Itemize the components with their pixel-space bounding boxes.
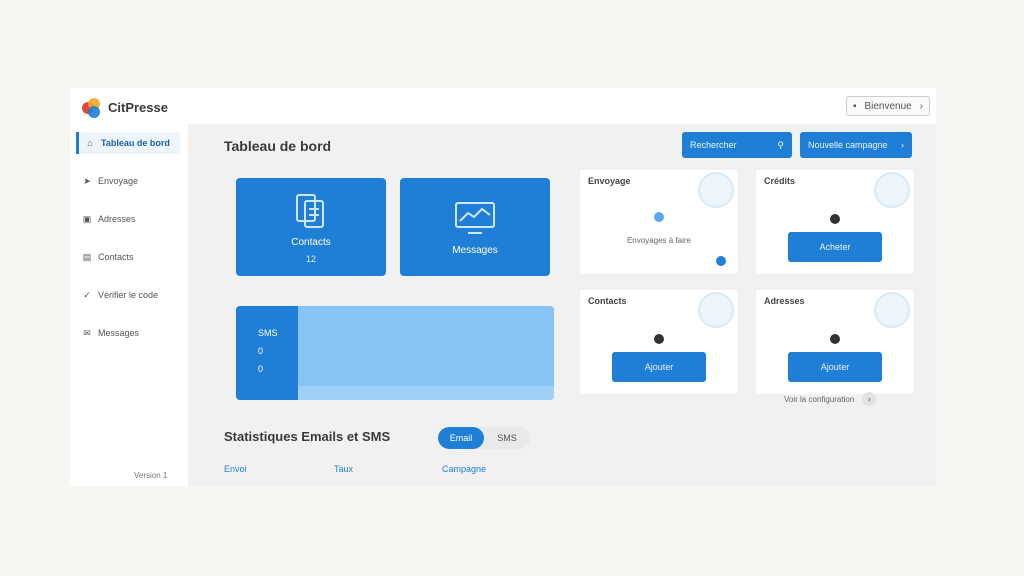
configuration-link-label: Voir la configuration	[784, 394, 855, 404]
card-text: Envoyages à faire	[626, 236, 692, 245]
search-placeholder: Rechercher	[690, 140, 737, 150]
sidebar-item-label: Contacts	[98, 252, 134, 262]
card-title: Contacts	[588, 296, 627, 306]
mail-icon: ✉	[83, 327, 91, 338]
coin-icon	[874, 172, 910, 208]
tag-icon	[698, 172, 734, 208]
card-envoyage[interactable]: Envoyage Envoyages à faire	[580, 170, 738, 274]
sidebar-item-verify[interactable]: ✓ Vérifier le code	[76, 284, 180, 306]
sms-panel: SMS 0 0	[236, 306, 554, 400]
add-contact-button[interactable]: Ajouter	[612, 352, 706, 382]
sidebar: ⌂ Tableau de bord ➤ Envoyage ▣ Adresses …	[70, 124, 188, 486]
add-address-button[interactable]: Ajouter	[788, 352, 882, 382]
tile-contacts[interactable]: Contacts 12	[236, 178, 386, 276]
globe-icon	[874, 292, 910, 328]
card-title: Crédits	[764, 176, 796, 186]
user-menu[interactable]: ▪ Bienvenue ›	[846, 96, 930, 116]
user-icon: ▪	[853, 100, 857, 112]
stats-column-header: Envoi	[224, 464, 247, 474]
sidebar-item-adresses[interactable]: ▣ Adresses	[76, 208, 180, 230]
sidebar-item-envoyage[interactable]: ➤ Envoyage	[76, 170, 180, 192]
address-icon: ▣	[82, 213, 92, 224]
card-contacts[interactable]: Contacts Ajouter	[580, 290, 738, 394]
panel-item: SMS	[258, 328, 278, 338]
chevron-down-icon: ›	[919, 100, 923, 112]
indicator-dot	[716, 256, 726, 266]
home-icon: ⌂	[87, 138, 93, 148]
panel-item: 0	[258, 346, 264, 356]
main-content: Tableau de bord Rechercher ⚲ Nouvelle ca…	[188, 124, 936, 486]
card-adresses[interactable]: Adresses Ajouter	[756, 290, 914, 394]
search-icon: ⚲	[777, 139, 784, 150]
stats-column-header: Taux	[334, 464, 354, 474]
tile-count: 12	[305, 253, 316, 264]
new-campaign-label: Nouvelle campagne	[808, 140, 888, 150]
tile-label: Contacts	[291, 236, 331, 248]
stats-column-header: Campagne	[442, 464, 487, 474]
arrow-right-icon: ›	[862, 392, 877, 406]
send-icon: ➤	[83, 175, 91, 186]
status-dot	[830, 334, 840, 344]
status-dot	[654, 334, 664, 344]
documents-icon	[288, 191, 334, 231]
sidebar-item-dashboard[interactable]: ⌂ Tableau de bord	[76, 132, 180, 154]
stats-title: Statistiques Emails et SMS	[224, 429, 391, 444]
check-icon: ✓	[83, 289, 91, 300]
search-input[interactable]: Rechercher ⚲	[682, 132, 792, 158]
logo-mark	[80, 96, 102, 118]
app-logo[interactable]: CitPresse	[80, 96, 168, 118]
toggle-sms[interactable]: SMS	[484, 427, 530, 449]
people-icon	[698, 292, 734, 328]
new-campaign-button[interactable]: Nouvelle campagne ›	[800, 132, 912, 158]
status-dot	[654, 212, 664, 222]
status-dot	[830, 214, 840, 224]
card-title: Envoyage	[588, 176, 631, 186]
user-menu-label: Bienvenue	[864, 100, 912, 112]
chevron-right-icon: ›	[901, 140, 904, 150]
panel-sidebar: SMS 0 0	[236, 306, 298, 400]
card-title: Adresses	[764, 296, 805, 306]
tile-messages[interactable]: Messages	[400, 178, 550, 276]
panel-footer-bar	[298, 386, 554, 400]
sidebar-item-label: Tableau de bord	[101, 138, 170, 148]
card-credits[interactable]: Crédits Acheter	[756, 170, 914, 274]
sidebar-footer[interactable]: Version 1	[134, 471, 167, 480]
tile-label: Messages	[452, 244, 498, 256]
sidebar-item-label: Adresses	[98, 214, 136, 224]
configuration-link[interactable]: Voir la configuration ›	[784, 392, 877, 406]
app-name: CitPresse	[108, 99, 168, 115]
toggle-email[interactable]: Email	[438, 427, 484, 449]
page-title: Tableau de bord	[224, 138, 332, 154]
sidebar-item-label: Envoyage	[98, 176, 139, 186]
sidebar-item-messages[interactable]: ✉ Messages	[76, 322, 180, 344]
stats-toggle[interactable]: Email SMS	[438, 427, 530, 449]
buy-button[interactable]: Acheter	[788, 232, 882, 262]
monitor-icon	[452, 199, 498, 239]
sidebar-item-label: Vérifier le code	[98, 290, 159, 300]
sidebar-item-contacts[interactable]: ▤ Contacts	[76, 246, 180, 268]
panel-item: 0	[258, 364, 264, 374]
contacts-icon: ▤	[82, 251, 92, 262]
app-window: CitPresse ▪ Bienvenue › ⌂ Tableau de bor…	[70, 88, 936, 486]
sidebar-item-label: Messages	[98, 328, 140, 338]
